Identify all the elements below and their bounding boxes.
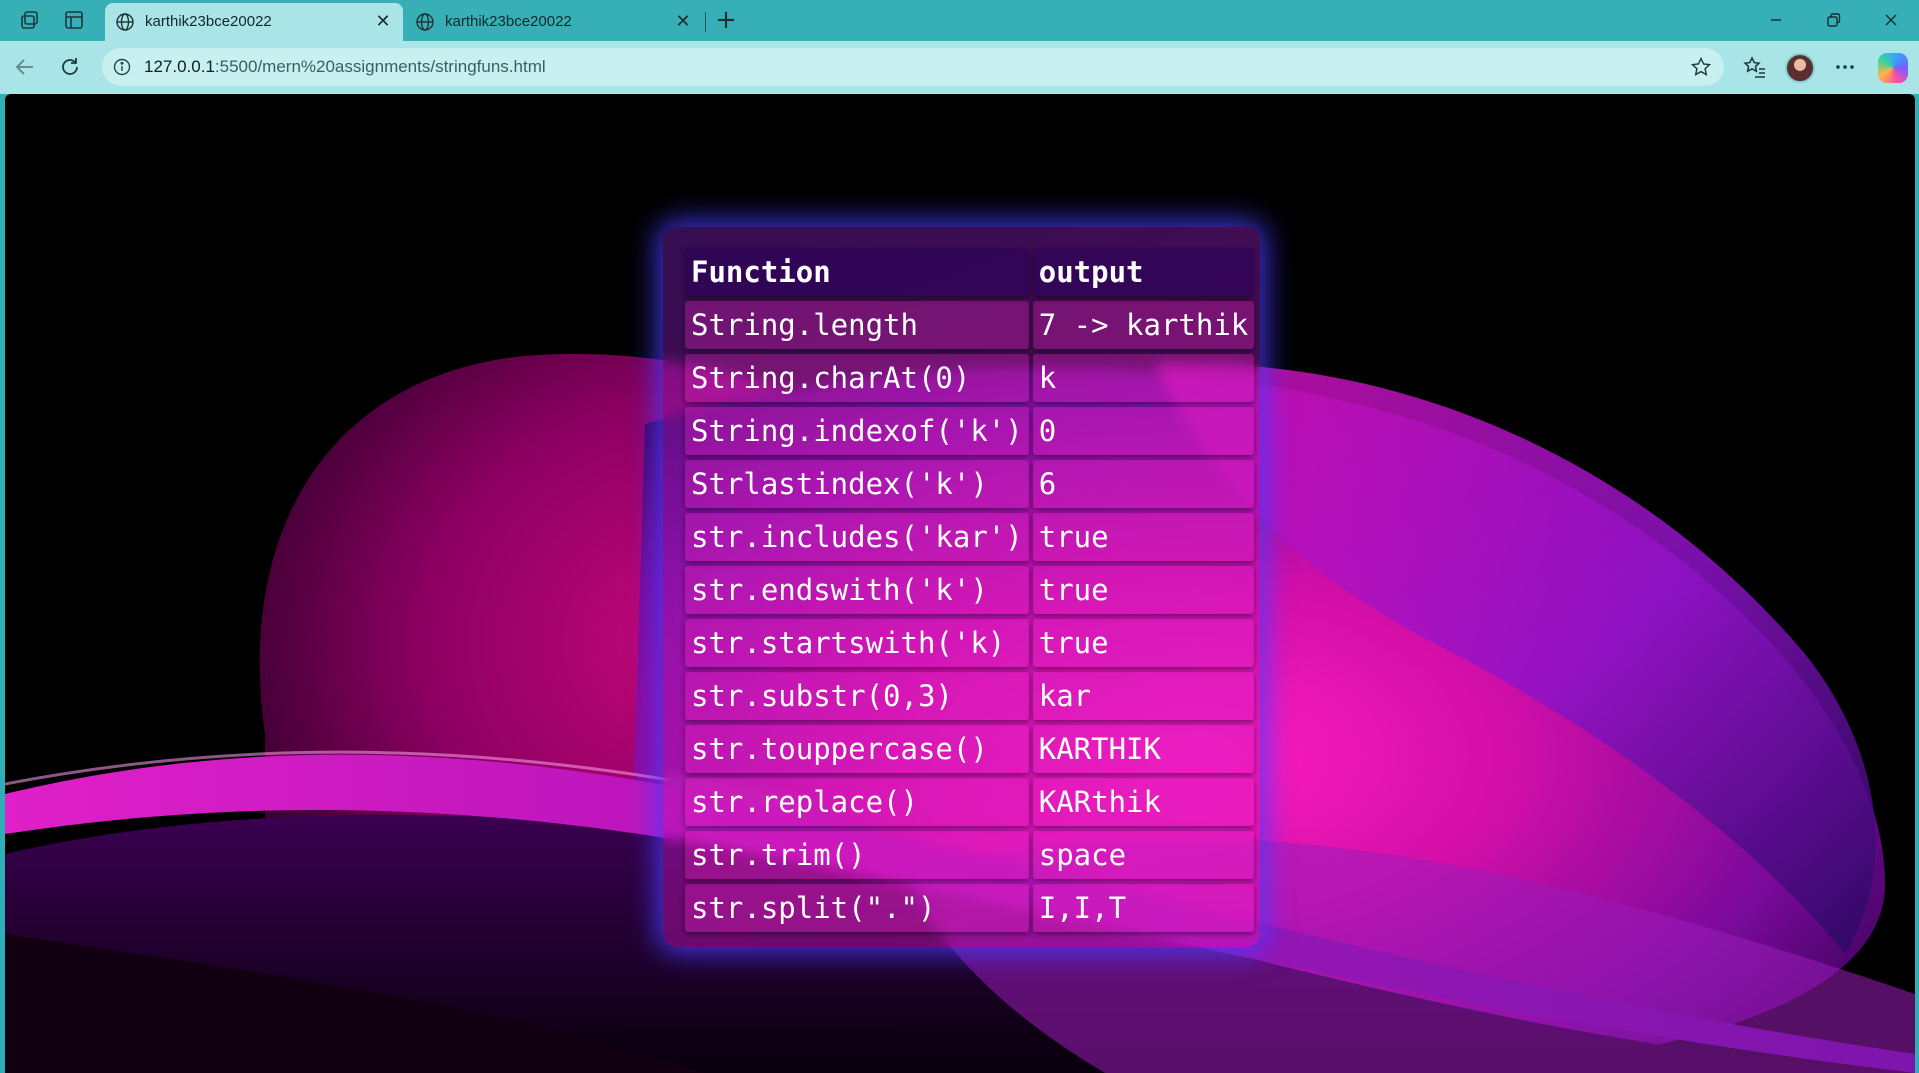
profile-avatar[interactable] [1785, 53, 1815, 83]
cell-function: str.startswith('k) [685, 619, 1029, 667]
table-row: String.charAt(0) k [685, 354, 1255, 402]
close-icon[interactable]: ✕ [373, 11, 393, 31]
cell-output: true [1032, 566, 1255, 614]
tab-actions-icon[interactable] [63, 9, 85, 31]
table-header-row: Function output [685, 248, 1255, 296]
browser-toolbar: 127.0.0.1:5500/mern%20assignments/string… [0, 41, 1919, 94]
table-row: Strlastindex('k') 6 [685, 460, 1255, 508]
browser-titlebar: karthik23bce20022 ✕ karthik23bce20022 ✕ … [0, 0, 1919, 41]
cell-output: 0 [1032, 407, 1255, 455]
cell-function: str.replace() [685, 778, 1029, 826]
table-row: str.endswith('k') true [685, 566, 1255, 614]
more-icon[interactable] [1831, 53, 1859, 81]
restore-icon[interactable] [1821, 8, 1845, 32]
cell-output: KARthik [1032, 778, 1255, 826]
string-functions-table: Function output String.length 7 -> karth… [681, 243, 1258, 937]
info-icon[interactable] [112, 57, 132, 77]
table-row: str.split(".") I,I,T [685, 884, 1255, 932]
table-card: Function output String.length 7 -> karth… [663, 227, 1260, 947]
cell-output: KARTHIK [1032, 725, 1255, 773]
tab-title: karthik23bce20022 [445, 13, 572, 30]
cell-output: true [1032, 619, 1255, 667]
header-output: output [1032, 248, 1255, 296]
table-row: str.replace() KARthik [685, 778, 1255, 826]
workspaces-icon[interactable] [19, 9, 41, 31]
globe-icon [115, 12, 135, 32]
cell-function: str.trim() [685, 831, 1029, 879]
tab-separator [705, 12, 706, 32]
table-row: String.length 7 -> karthik [685, 301, 1255, 349]
cell-function: str.split(".") [685, 884, 1029, 932]
url-host: 127.0.0.1 [144, 57, 215, 76]
tab-active[interactable]: karthik23bce20022 ✕ [105, 3, 403, 41]
cell-function: String.indexof('k') [685, 407, 1029, 455]
table-row: str.touppercase() KARTHIK [685, 725, 1255, 773]
header-function: Function [685, 248, 1029, 296]
tab-inactive[interactable]: karthik23bce20022 ✕ [405, 3, 703, 41]
cell-function: Strlastindex('k') [685, 460, 1029, 508]
tab-title: karthik23bce20022 [145, 13, 272, 30]
url-text[interactable]: 127.0.0.1:5500/mern%20assignments/string… [144, 57, 546, 77]
cell-function: str.includes('kar') [685, 513, 1029, 561]
table-row: str.includes('kar') true [685, 513, 1255, 561]
new-tab-icon[interactable]: + [712, 6, 740, 34]
refresh-icon[interactable] [57, 54, 83, 80]
table-row: str.substr(0,3) kar [685, 672, 1255, 720]
url-path: :5500/mern%20assignments/stringfuns.html [214, 57, 546, 76]
page-viewport: Function output String.length 7 -> karth… [5, 94, 1915, 1073]
cell-output: 6 [1032, 460, 1255, 508]
cell-output: k [1032, 354, 1255, 402]
favorites-icon[interactable] [1741, 53, 1769, 81]
minimize-icon[interactable] [1764, 8, 1788, 32]
favorite-star-icon[interactable] [1690, 56, 1712, 78]
table-row: String.indexof('k') 0 [685, 407, 1255, 455]
address-bar[interactable]: 127.0.0.1:5500/mern%20assignments/string… [102, 48, 1724, 86]
window-close-icon[interactable] [1879, 8, 1903, 32]
globe-icon [415, 12, 435, 32]
cell-function: str.substr(0,3) [685, 672, 1029, 720]
cell-function: str.touppercase() [685, 725, 1029, 773]
cell-output: kar [1032, 672, 1255, 720]
back-icon[interactable] [12, 54, 38, 80]
cell-function: String.charAt(0) [685, 354, 1029, 402]
cell-function: String.length [685, 301, 1029, 349]
close-icon[interactable]: ✕ [673, 11, 693, 31]
table-row: str.trim() space [685, 831, 1255, 879]
cell-output: true [1032, 513, 1255, 561]
cell-output: I,I,T [1032, 884, 1255, 932]
cell-output: 7 -> karthik [1032, 301, 1255, 349]
cell-output: space [1032, 831, 1255, 879]
table-row: str.startswith('k) true [685, 619, 1255, 667]
copilot-icon[interactable] [1878, 53, 1908, 83]
cell-function: str.endswith('k') [685, 566, 1029, 614]
